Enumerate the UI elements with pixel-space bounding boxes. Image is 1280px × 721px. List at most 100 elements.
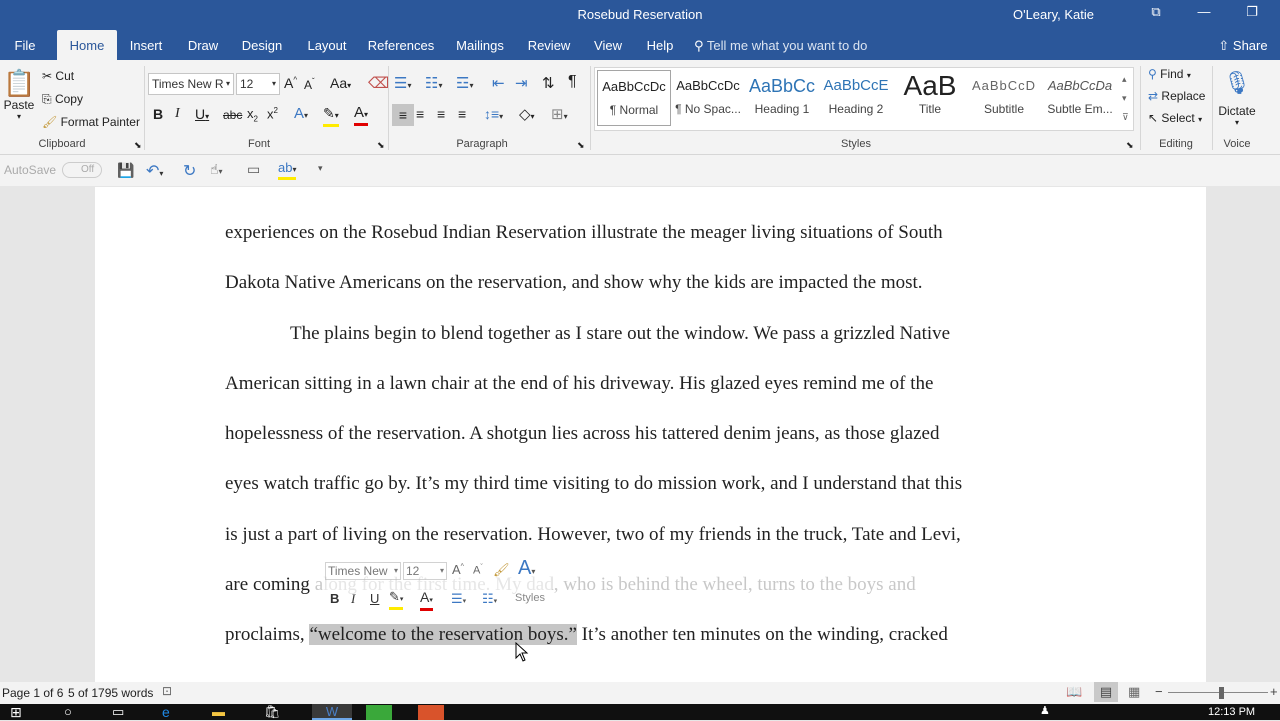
grow-font-icon[interactable]: A^ (284, 75, 297, 91)
shading-icon[interactable]: ◇▾ (519, 105, 535, 123)
mini-styles-label[interactable]: Styles (515, 592, 545, 604)
pilcrow-icon[interactable]: ¶ (568, 73, 577, 91)
windows-start-icon[interactable]: ⊞ (10, 704, 22, 721)
proofing-icon[interactable]: ⊡ (162, 684, 172, 698)
font-size-combo[interactable]: 12 ▾ (236, 73, 280, 95)
tab-help[interactable]: Help (640, 30, 680, 60)
styles-scroll[interactable]: ▴ ▾ ⊽ (1122, 70, 1129, 127)
restore-icon[interactable]: ❐ (1240, 4, 1264, 20)
tab-references[interactable]: References (366, 30, 436, 60)
clock[interactable]: 12:13 PM (1208, 706, 1255, 718)
selected-text[interactable]: “welcome to the reservation boys.” (309, 624, 577, 646)
user-icon[interactable]: ♟ (1040, 704, 1050, 717)
replace-button[interactable]: ⇄ Replace (1148, 89, 1205, 103)
minimize-icon[interactable]: — (1192, 4, 1216, 19)
tab-mailings[interactable]: Mailings (450, 30, 510, 60)
style-heading-1[interactable]: AaBbCc Heading 1 (745, 70, 819, 126)
tab-view[interactable]: View (588, 30, 628, 60)
ribbon-display-icon[interactable]: ⧉ (1144, 4, 1168, 20)
bold-icon[interactable]: B (153, 106, 163, 122)
mini-numbering-icon[interactable]: ☷▾ (482, 591, 497, 607)
search-icon[interactable]: ○ (64, 704, 72, 719)
mini-bullets-icon[interactable]: ☰▾ (451, 591, 466, 607)
customize-qat-icon[interactable]: ▾ (318, 163, 323, 174)
multilevel-list-icon[interactable]: ☲▾ (456, 74, 473, 92)
copy-button[interactable]: ⎘ Copy (42, 92, 83, 107)
mini-shrink-font-icon[interactable]: Aˇ (473, 564, 483, 577)
superscript-icon[interactable]: x2 (267, 106, 278, 121)
align-left-icon[interactable]: ≡ (392, 104, 414, 126)
word-taskbar-icon[interactable]: W (312, 704, 352, 720)
shrink-font-icon[interactable]: Aˇ (304, 77, 315, 92)
cut-button[interactable]: ✂ Cut (42, 69, 74, 83)
page-count[interactable]: Page 1 of 6 (2, 686, 63, 700)
style-normal[interactable]: AaBbCcDc ¶ Normal (597, 70, 671, 126)
format-painter-button[interactable]: 🖌 Format Painter (42, 115, 140, 129)
underline-icon[interactable]: U▾ (195, 106, 209, 122)
font-launcher-icon[interactable]: ⬊ (377, 140, 385, 151)
bullets-icon[interactable]: ☰▾ (394, 74, 411, 92)
web-layout-icon[interactable]: ▦ (1128, 684, 1140, 700)
align-right-icon[interactable]: ≡ (437, 106, 445, 122)
mini-italic-icon[interactable]: I (351, 591, 355, 607)
mini-underline-icon[interactable]: U (370, 591, 379, 606)
italic-icon[interactable]: I (175, 106, 180, 122)
save-icon[interactable]: 💾 (117, 162, 134, 179)
user-name[interactable]: O'Leary, Katie (1013, 7, 1094, 22)
style-subtle-emphasis[interactable]: AaBbCcDa Subtle Em... (1041, 70, 1119, 126)
comment-icon[interactable]: ▭ (247, 161, 260, 178)
tab-insert[interactable]: Insert (123, 30, 169, 60)
decrease-indent-icon[interactable]: ⇤ (492, 74, 505, 92)
mini-grow-font-icon[interactable]: A^ (452, 562, 464, 577)
redo-icon[interactable]: ↻ (183, 161, 196, 181)
mini-size-combo[interactable]: 12 ▾ (403, 562, 447, 580)
style-heading-2[interactable]: AaBbCcE Heading 2 (819, 70, 893, 126)
tell-me-box[interactable]: ⚲ Tell me what you want to do (694, 30, 884, 60)
autosave-toggle[interactable]: Off (62, 162, 102, 178)
text-effects-icon[interactable]: A▾ (294, 105, 308, 122)
strikethrough-icon[interactable]: abc (223, 108, 242, 122)
styles-launcher-icon[interactable]: ⬊ (1126, 140, 1134, 151)
touch-mode-icon[interactable]: ☝▾ (210, 161, 223, 178)
paste-button[interactable]: 📋 Paste ▾ (3, 68, 35, 134)
zoom-slider[interactable] (1168, 692, 1268, 693)
zoom-in-icon[interactable]: + (1270, 684, 1278, 699)
tab-review[interactable]: Review (522, 30, 576, 60)
paragraph-launcher-icon[interactable]: ⬊ (577, 140, 585, 151)
mini-bold-icon[interactable]: B (330, 591, 339, 606)
justify-icon[interactable]: ≡ (458, 106, 466, 122)
dictate-button[interactable]: 🎙 Dictate ▾ (1216, 68, 1258, 127)
tab-home[interactable]: Home (57, 30, 117, 60)
sort-icon[interactable]: ⇅ (542, 74, 555, 92)
file-explorer-icon[interactable]: ▬ (212, 704, 225, 719)
app-taskbar-icon[interactable] (418, 705, 444, 720)
undo-icon[interactable]: ↶▾ (146, 161, 163, 181)
document-page[interactable]: experiences on the Rosebud Indian Reserv… (95, 187, 1206, 682)
tab-design[interactable]: Design (236, 30, 288, 60)
mini-font-color-icon[interactable]: A▾ (420, 590, 433, 611)
select-button[interactable]: ↖ Select ▾ (1148, 111, 1202, 125)
task-view-icon[interactable]: ▭ (112, 704, 124, 720)
clipboard-launcher-icon[interactable]: ⬊ (134, 140, 142, 151)
borders-icon[interactable]: ⊞▾ (551, 105, 568, 123)
style-subtitle[interactable]: AaBbCcD Subtitle (967, 70, 1041, 126)
font-name-combo[interactable]: Times New R ▾ (148, 73, 234, 95)
style-no-spacing[interactable]: AaBbCcDc ¶ No Spac... (671, 70, 745, 126)
word-count[interactable]: 5 of 1795 words (68, 686, 153, 700)
mini-font-combo[interactable]: Times New ▾ (325, 562, 401, 580)
change-case-icon[interactable]: Aa▾ (330, 75, 351, 91)
zoom-slider-handle[interactable] (1219, 687, 1224, 699)
clear-formatting-icon[interactable]: ⌫ (368, 74, 389, 92)
share-button[interactable]: ⇧ Share (1212, 30, 1274, 60)
zoom-out-icon[interactable]: − (1155, 684, 1163, 699)
mini-styles-icon[interactable]: A▾ (518, 557, 535, 580)
spelling-icon[interactable]: ab▾ (278, 161, 297, 180)
increase-indent-icon[interactable]: ⇥ (515, 74, 528, 92)
align-center-icon[interactable]: ≡ (416, 106, 424, 122)
tab-draw[interactable]: Draw (182, 30, 224, 60)
tab-layout[interactable]: Layout (300, 30, 354, 60)
tab-file[interactable]: File (6, 30, 44, 60)
mini-format-painter-icon[interactable]: 🖌 (493, 562, 510, 578)
find-button[interactable]: ⚲ Find ▾ (1148, 67, 1191, 81)
subscript-icon[interactable]: x2 (247, 106, 258, 124)
